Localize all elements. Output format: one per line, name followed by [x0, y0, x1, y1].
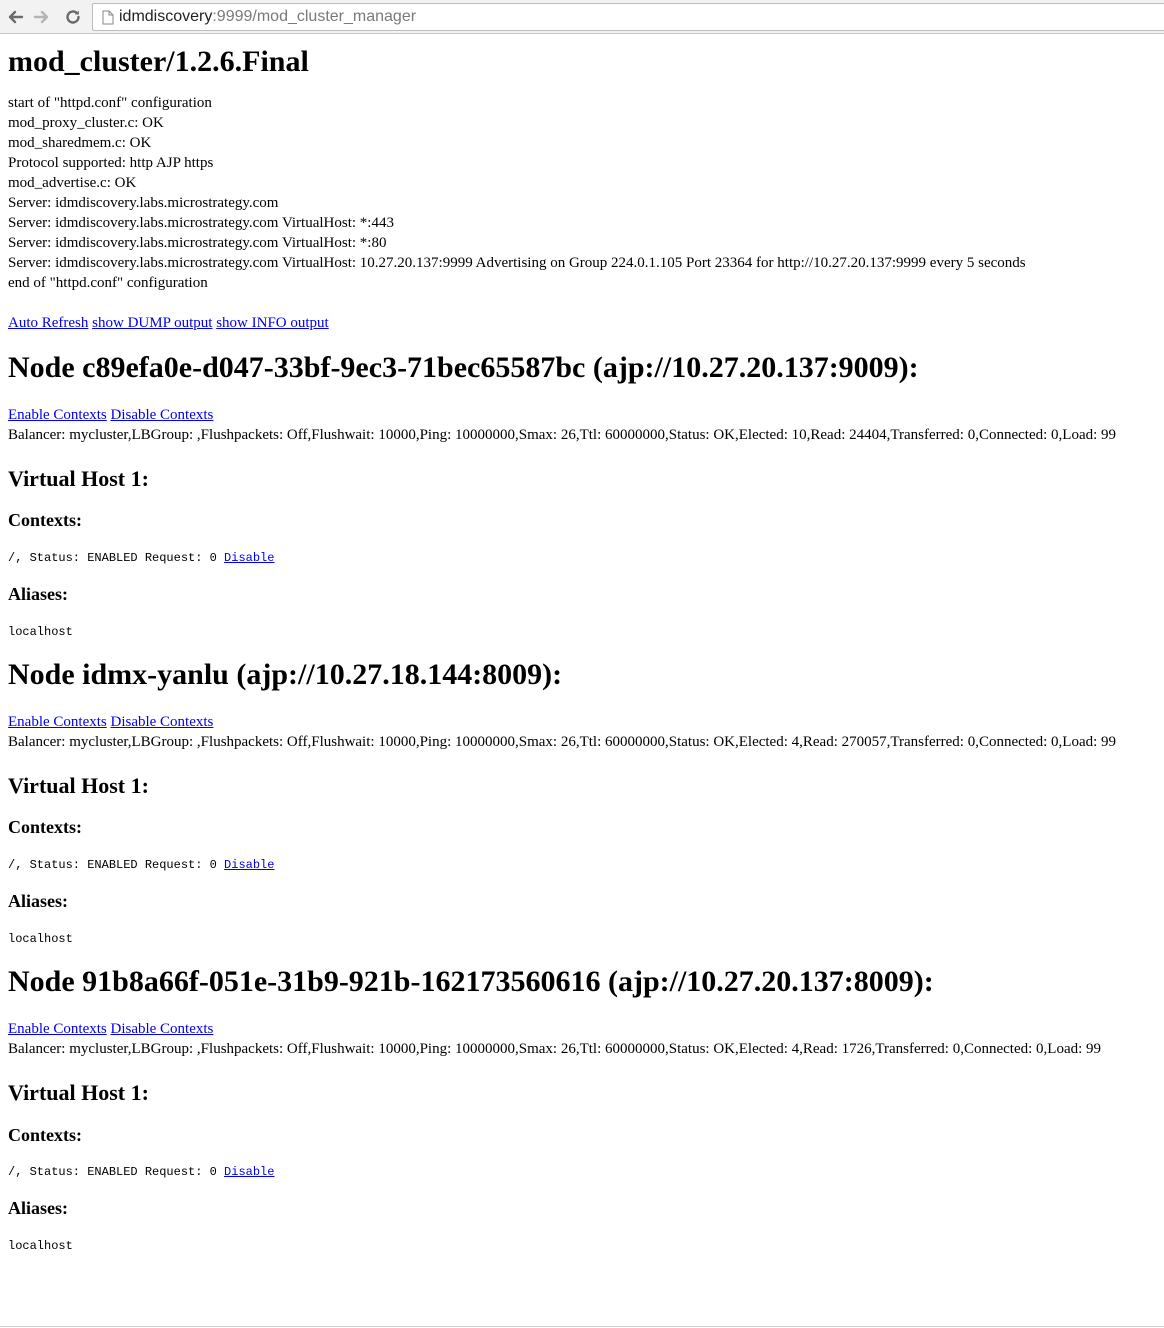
config-line: Server: idmdiscovery.labs.microstrategy.… — [8, 254, 1026, 271]
config-block: start of "httpd.conf" configuration mod_… — [8, 93, 1156, 293]
context-status: /, Status: ENABLED Request: 0 — [8, 550, 225, 565]
enable-contexts-link[interactable]: Enable Contexts — [8, 407, 107, 423]
disable-context-link[interactable]: Disable — [224, 1165, 274, 1179]
disable-context-link[interactable]: Disable — [224, 551, 274, 565]
url-host: idmdiscovery — [119, 8, 213, 25]
back-arrow-icon[interactable] — [4, 6, 26, 28]
config-line: mod_advertise.c: OK — [8, 174, 137, 191]
node-title: Node 91b8a66f-051e-31b9-921b-16217356061… — [8, 964, 934, 998]
auto-refresh-link[interactable]: Auto Refresh — [8, 315, 88, 331]
top-links: Auto Refresh show DUMP output show INFO … — [8, 313, 1156, 333]
contexts-heading: Contexts: — [8, 817, 82, 838]
enable-contexts-link[interactable]: Enable Contexts — [8, 714, 107, 730]
config-line: mod_sharedmem.c: OK — [8, 134, 152, 151]
context-line: /, Status: ENABLED Request: 0 Disable — [8, 550, 1156, 566]
config-line: Protocol supported: http AJP https — [8, 154, 214, 171]
node-links: Enable Contexts Disable Contexts — [8, 405, 1156, 425]
aliases-heading: Aliases: — [8, 1198, 68, 1219]
page-content: mod_cluster/1.2.6.Final start of "httpd.… — [0, 45, 1164, 1254]
alias-line: localhost — [8, 624, 73, 639]
context-status: /, Status: ENABLED Request: 0 — [8, 1165, 225, 1180]
node-section: Node idmx-yanlu (ajp://10.27.18.144:8009… — [8, 658, 1156, 947]
aliases-heading: Aliases: — [8, 891, 68, 912]
disable-contexts-link[interactable]: Disable Contexts — [110, 407, 213, 423]
disable-contexts-link[interactable]: Disable Contexts — [110, 1021, 213, 1037]
node-title: Node c89efa0e-d047-33bf-9ec3-71bec65587b… — [8, 350, 919, 384]
config-line: Server: idmdiscovery.labs.microstrategy.… — [8, 214, 394, 231]
reload-icon[interactable] — [62, 6, 84, 28]
node-section: Node c89efa0e-d047-33bf-9ec3-71bec65587b… — [8, 351, 1156, 640]
config-line: start of "httpd.conf" configuration — [8, 94, 212, 111]
window-bottom-border — [0, 1326, 1164, 1327]
contexts-heading: Contexts: — [8, 510, 82, 531]
virtual-host-heading: Virtual Host 1: — [8, 1080, 149, 1106]
context-status: /, Status: ENABLED Request: 0 — [8, 858, 225, 873]
node-section: Node 91b8a66f-051e-31b9-921b-16217356061… — [8, 965, 1156, 1254]
enable-contexts-link[interactable]: Enable Contexts — [8, 1021, 107, 1037]
forward-arrow-icon[interactable] — [31, 6, 53, 28]
config-line: mod_proxy_cluster.c: OK — [8, 114, 164, 131]
url-path: :9999/mod_cluster_manager — [212, 8, 417, 25]
address-bar[interactable]: idmdiscovery:9999/mod_cluster_manager — [92, 3, 1164, 31]
context-line: /, Status: ENABLED Request: 0 Disable — [8, 857, 1156, 873]
config-line: Server: idmdiscovery.labs.microstrategy.… — [8, 194, 279, 211]
contexts-heading: Contexts: — [8, 1124, 82, 1145]
config-line: end of "httpd.conf" configuration — [8, 274, 208, 291]
disable-context-link[interactable]: Disable — [224, 858, 274, 872]
balancer-info: Balancer: mycluster,LBGroup: ,Flushpacke… — [8, 1041, 1102, 1058]
aliases-heading: Aliases: — [8, 583, 68, 604]
disable-contexts-link[interactable]: Disable Contexts — [110, 714, 213, 730]
browser-toolbar: idmdiscovery:9999/mod_cluster_manager — [0, 0, 1164, 34]
node-title: Node idmx-yanlu (ajp://10.27.18.144:8009… — [8, 657, 563, 691]
balancer-info: Balancer: mycluster,LBGroup: ,Flushpacke… — [8, 734, 1117, 751]
show-info-link[interactable]: show INFO output — [216, 315, 329, 331]
virtual-host-heading: Virtual Host 1: — [8, 466, 149, 491]
alias-line: localhost — [8, 1238, 73, 1253]
page-icon — [97, 7, 119, 27]
context-line: /, Status: ENABLED Request: 0 Disable — [8, 1164, 1156, 1180]
alias-line: localhost — [8, 931, 73, 946]
node-links: Enable Contexts Disable Contexts — [8, 1019, 1156, 1039]
balancer-info: Balancer: mycluster,LBGroup: ,Flushpacke… — [8, 427, 1117, 443]
page-title: mod_cluster/1.2.6.Final — [8, 45, 309, 78]
show-dump-link[interactable]: show DUMP output — [92, 315, 212, 331]
node-links: Enable Contexts Disable Contexts — [8, 712, 1156, 732]
virtual-host-heading: Virtual Host 1: — [8, 773, 149, 799]
config-line: Server: idmdiscovery.labs.microstrategy.… — [8, 234, 387, 251]
